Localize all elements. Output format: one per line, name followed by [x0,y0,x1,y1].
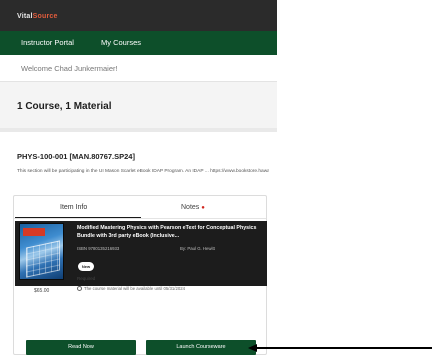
nav-my-courses[interactable]: My Courses [101,38,141,47]
launch-courseware-button[interactable]: Launch Courseware [146,340,256,355]
material-card: Item Info Notes ● Modified Mastering Phy… [13,195,267,355]
access-note: The course material will be available un… [77,286,185,291]
arrow-shaft [256,347,432,349]
course-card: PHYS-100-001 [MAN.80767.SP24] This secti… [0,132,277,360]
app-window: VitalSource Instructor Portal My Courses… [0,0,277,360]
read-now-button[interactable]: Read Now [26,340,136,355]
course-description: This section will be participating in th… [17,169,269,174]
course-count-heading: 1 Course, 1 Material [17,101,112,112]
course-code: PHYS-100-001 [MAN.80767.SP24] [17,152,135,161]
tab-notes-label: Notes [181,204,200,211]
tab-notes[interactable]: Notes ● [181,204,205,211]
welcome-text: Welcome Chad Junkermaier! [21,64,118,73]
clock-icon [77,286,82,291]
brand-prefix: Vital [17,13,33,20]
material-author: By: Paul G. Hewitt [180,246,215,251]
material-isbn: ISBN 9780135216933 [77,246,120,251]
condition-badge: New [78,262,94,271]
material-title[interactable]: Modified Mastering Physics with Pearson … [77,224,261,240]
nav-instructor-portal[interactable]: Instructor Portal [21,38,74,47]
brand-logo[interactable]: VitalSource [17,13,58,20]
welcome-banner: Welcome Chad Junkermaier! [0,55,277,82]
book-cover-image [19,223,64,280]
access-note-text: The course material will be available un… [84,286,186,291]
material-price: $65.00 [34,288,50,294]
arrow-head [248,344,257,352]
tab-divider [14,218,266,219]
cover-label-block [23,228,45,236]
notes-indicator-dot: ● [201,205,205,211]
top-bar: VitalSource [0,0,277,31]
annotation-arrow-icon [248,344,432,352]
tab-item-info[interactable]: Item Info [60,204,87,211]
main-nav: Instructor Portal My Courses [0,31,277,55]
brand-suffix: Source [32,13,58,20]
required-label: Required [77,276,96,281]
cover-panel-graphic [26,240,60,278]
